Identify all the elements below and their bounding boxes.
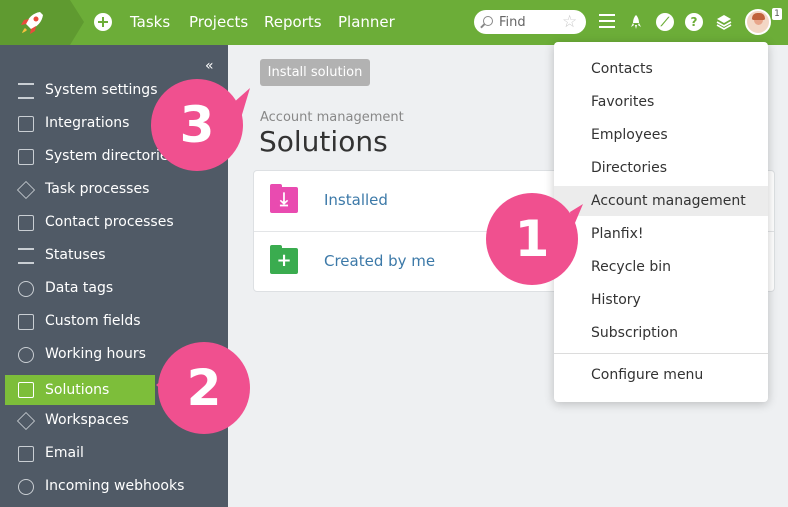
plus-folder-icon: + bbox=[270, 245, 298, 274]
menu-divider bbox=[554, 353, 768, 354]
search-icon bbox=[483, 16, 493, 26]
sidebar-item-label: Integrations bbox=[45, 115, 130, 131]
menu-item-subscription[interactable]: Subscription bbox=[554, 318, 768, 348]
directories-icon bbox=[18, 149, 34, 165]
webhooks-icon bbox=[18, 479, 34, 495]
sidebar-item-label: Incoming webhooks bbox=[45, 478, 185, 494]
layers-icon[interactable] bbox=[715, 13, 733, 31]
nav-projects[interactable]: Projects bbox=[189, 12, 248, 32]
custom-fields-icon bbox=[18, 314, 34, 330]
sidebar-item-solutions[interactable]: Solutions bbox=[5, 375, 155, 405]
menu-item-history[interactable]: History bbox=[554, 285, 768, 315]
sidebar-item-statuses[interactable]: Statuses bbox=[0, 239, 228, 272]
sidebar-item-label: Custom fields bbox=[45, 313, 141, 329]
callout-1: 1 bbox=[486, 193, 578, 285]
collapse-sidebar-icon[interactable]: « bbox=[205, 59, 214, 73]
menu-item-label: History bbox=[591, 292, 641, 308]
sidebar-item-label: Data tags bbox=[45, 280, 114, 296]
main-menu-dropdown: Contacts Favorites Employees Directories… bbox=[554, 42, 768, 402]
sidebar-item-task-processes[interactable]: Task processes bbox=[0, 173, 228, 206]
menu-item-label: Planfix! bbox=[591, 226, 644, 242]
menu-item-contacts[interactable]: Contacts bbox=[554, 54, 768, 84]
top-bar: Tasks Projects Reports Planner ☆ ⟋ ? 1 bbox=[0, 0, 788, 45]
sliders-icon bbox=[18, 83, 34, 99]
sidebar-item-label: Workspaces bbox=[45, 412, 129, 428]
rocket-logo-icon bbox=[21, 12, 43, 34]
callout-3: 3 bbox=[151, 79, 243, 171]
sidebar-item-label: Solutions bbox=[45, 382, 110, 398]
sidebar-item-email[interactable]: Email bbox=[0, 437, 228, 470]
sidebar-item-label: Contact processes bbox=[45, 214, 174, 230]
star-icon[interactable]: ☆ bbox=[562, 12, 577, 32]
help-icon[interactable]: ? bbox=[685, 13, 703, 31]
data-tags-icon bbox=[18, 281, 34, 297]
nav-reports[interactable]: Reports bbox=[264, 12, 322, 32]
logo[interactable] bbox=[0, 0, 70, 45]
nav-tasks[interactable]: Tasks bbox=[130, 12, 170, 32]
menu-item-account-management[interactable]: Account management bbox=[554, 186, 768, 216]
list-item-label: Installed bbox=[324, 191, 388, 209]
logo-notch bbox=[70, 0, 84, 45]
integrations-icon bbox=[18, 116, 34, 132]
sidebar-item-custom-fields[interactable]: Custom fields bbox=[0, 305, 228, 338]
menu-item-label: Employees bbox=[591, 127, 668, 143]
workspaces-icon bbox=[16, 411, 36, 431]
list-item-label: Created by me bbox=[324, 252, 436, 270]
contact-processes-icon bbox=[18, 215, 34, 231]
breadcrumb[interactable]: Account management bbox=[260, 110, 404, 125]
notification-badge[interactable]: 1 bbox=[772, 8, 782, 20]
menu-item-label: Contacts bbox=[591, 61, 653, 77]
download-folder-icon: ⤓ bbox=[270, 184, 298, 213]
nav-planner[interactable]: Planner bbox=[338, 12, 395, 32]
menu-icon[interactable] bbox=[599, 14, 615, 28]
task-processes-icon bbox=[16, 180, 36, 200]
solutions-icon bbox=[18, 382, 34, 398]
menu-item-employees[interactable]: Employees bbox=[554, 120, 768, 150]
avatar-hair bbox=[752, 13, 765, 20]
statuses-icon bbox=[18, 248, 34, 264]
menu-item-label: Configure menu bbox=[591, 367, 704, 383]
clock-icon bbox=[18, 347, 34, 363]
sidebar-item-contact-processes[interactable]: Contact processes bbox=[0, 206, 228, 239]
sidebar-item-data-tags[interactable]: Data tags bbox=[0, 272, 228, 305]
email-icon bbox=[18, 446, 34, 462]
menu-item-configure-menu[interactable]: Configure menu bbox=[554, 360, 768, 390]
menu-item-label: Recycle bin bbox=[591, 259, 671, 275]
timer-icon[interactable]: ⟋ bbox=[656, 13, 674, 31]
page-title: Solutions bbox=[259, 125, 388, 158]
sidebar-item-label: Task processes bbox=[45, 181, 150, 197]
menu-item-planfix[interactable]: Planfix! bbox=[554, 219, 768, 249]
menu-item-label: Favorites bbox=[591, 94, 655, 110]
sidebar-item-label: System settings bbox=[45, 82, 158, 98]
sidebar-item-incoming-webhooks[interactable]: Incoming webhooks bbox=[0, 470, 228, 503]
sidebar-item-label: Email bbox=[45, 445, 84, 461]
menu-item-label: Account management bbox=[591, 193, 746, 209]
menu-item-recycle-bin[interactable]: Recycle bin bbox=[554, 252, 768, 282]
menu-item-directories[interactable]: Directories bbox=[554, 153, 768, 183]
avatar[interactable] bbox=[745, 9, 771, 35]
add-icon[interactable] bbox=[94, 13, 112, 31]
menu-item-favorites[interactable]: Favorites bbox=[554, 87, 768, 117]
search-box[interactable]: ☆ bbox=[474, 10, 586, 34]
install-solution-button[interactable]: Install solution bbox=[260, 59, 370, 86]
callout-2: 2 bbox=[158, 342, 250, 434]
sidebar-item-label: Statuses bbox=[45, 247, 106, 263]
menu-item-label: Directories bbox=[591, 160, 668, 176]
menu-item-label: Subscription bbox=[591, 325, 678, 341]
rocket-icon[interactable] bbox=[627, 13, 645, 31]
sidebar-item-label: Working hours bbox=[45, 346, 146, 362]
search-input[interactable] bbox=[499, 13, 559, 31]
